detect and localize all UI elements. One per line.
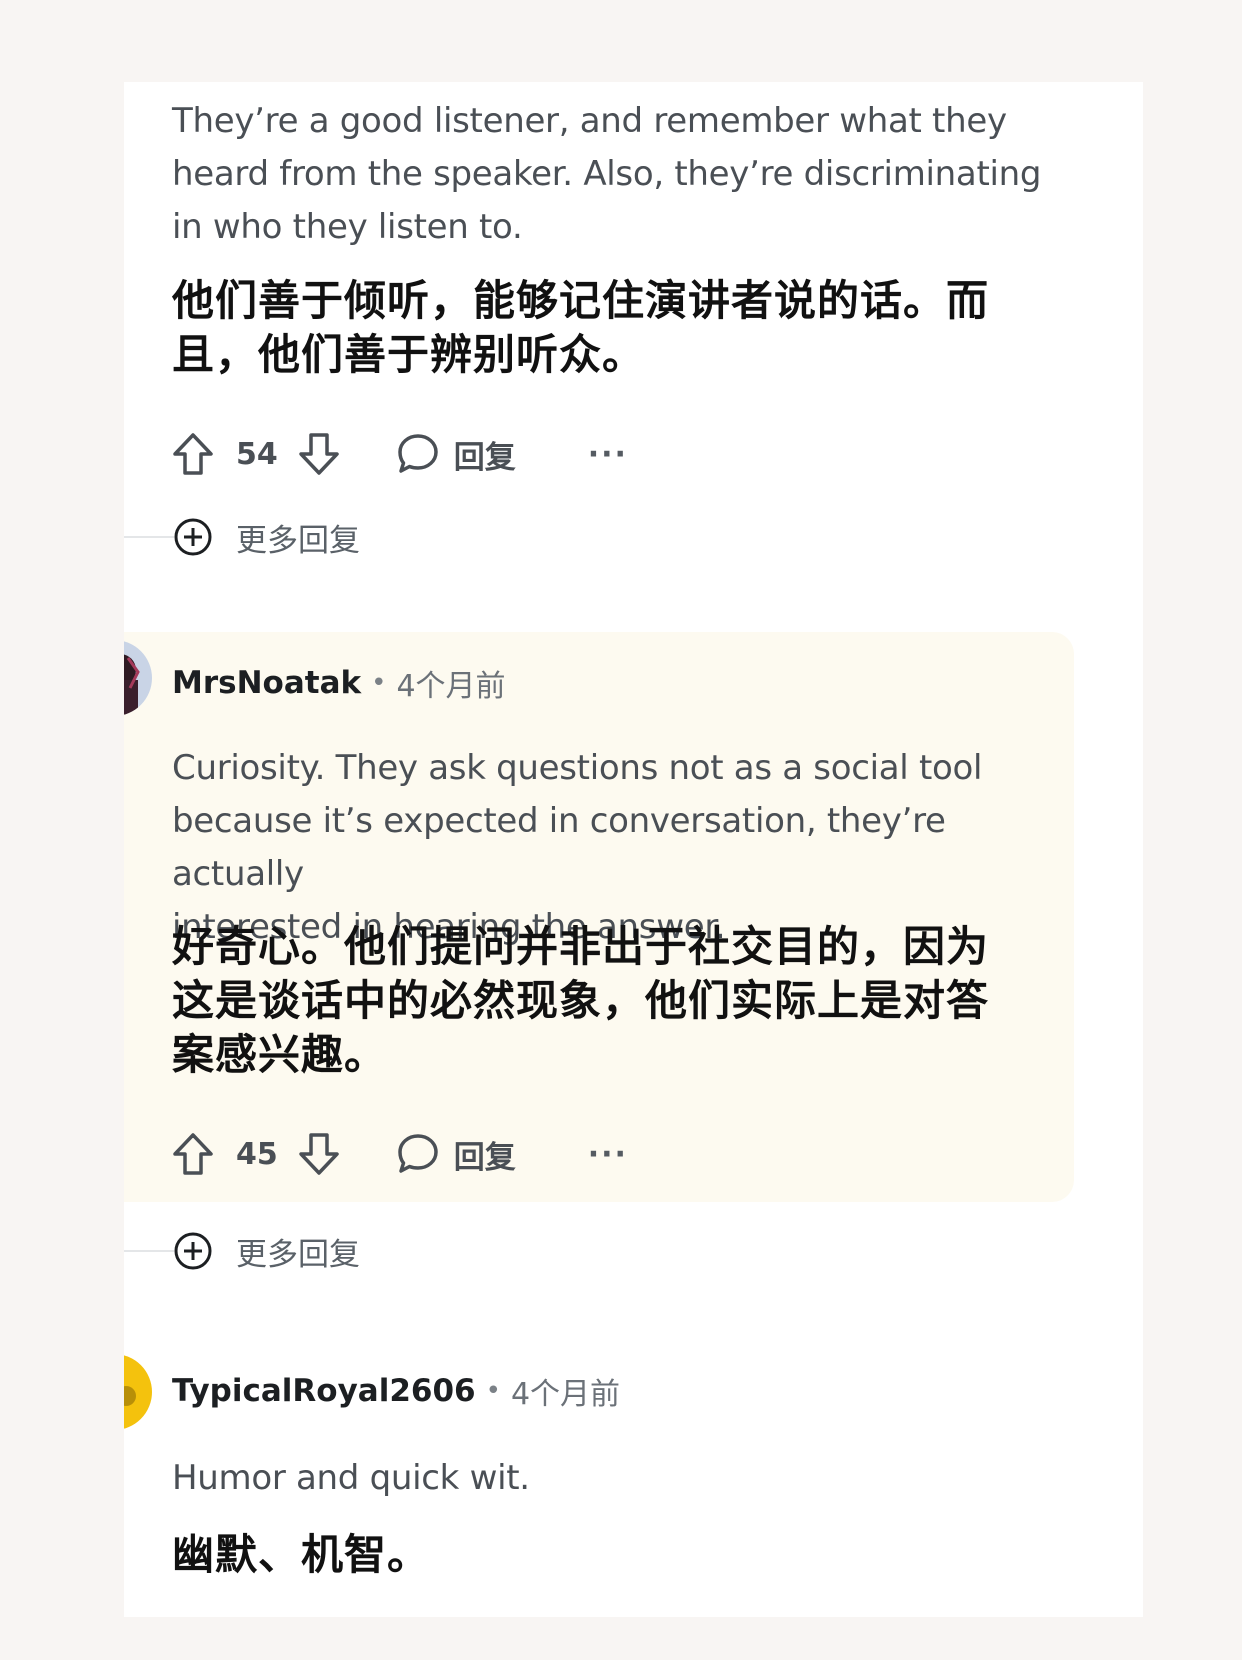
more-replies-link[interactable]: 更多回复 xyxy=(172,512,360,562)
upvote-icon[interactable] xyxy=(172,432,214,476)
comment-1-action-bar: 54 回复 ··· xyxy=(172,424,628,484)
comment-2-en-line-1: Curiosity. They ask questions not as a s… xyxy=(172,748,983,788)
avatar[interactable] xyxy=(124,638,152,718)
comment-2-en-line-2: because it’s expected in conversation, t… xyxy=(172,801,946,894)
more-options-button[interactable]: ··· xyxy=(588,1137,628,1172)
reply-button[interactable]: 回复 xyxy=(454,1132,516,1177)
plus-circle-icon xyxy=(172,516,214,558)
timestamp: 4个月前 xyxy=(396,669,506,704)
comment-3-chinese-text: 幽默、机智。 xyxy=(172,1528,1092,1582)
more-options-button[interactable]: ··· xyxy=(588,437,628,472)
reply-bubble-icon[interactable] xyxy=(396,432,440,476)
reply-button[interactable]: 回复 xyxy=(454,432,516,477)
comment-3-en-line-1: Humor and quick wit. xyxy=(172,1458,530,1498)
thread-connector-line xyxy=(124,1250,174,1252)
plus-circle-icon xyxy=(172,1230,214,1272)
separator-dot: • xyxy=(485,1376,501,1406)
separator-dot: • xyxy=(371,668,387,698)
downvote-icon[interactable] xyxy=(298,432,340,476)
comment-2-chinese-text: 好奇心。他们提问并非出于社交目的，因为 这是谈话中的必然现象，他们实际上是对答 … xyxy=(172,920,1092,1082)
comment-2-action-bar: 45 回复 ··· xyxy=(172,1124,628,1184)
comment-1-english-text: They’re a good listener, and remember wh… xyxy=(172,95,1072,254)
downvote-icon[interactable] xyxy=(298,1132,340,1176)
more-replies-link[interactable]: 更多回复 xyxy=(172,1226,360,1276)
avatar[interactable] xyxy=(124,1352,152,1432)
comment-1-en-line-1: They’re a good listener, and remember wh… xyxy=(172,101,1007,141)
comment-1-en-line-2: heard from the speaker. Also, they’re di… xyxy=(172,154,1042,194)
comment-1-zh-line-2: 且，他们善于辨别听众。 xyxy=(172,330,646,379)
comment-1-en-line-3: in who they listen to. xyxy=(172,207,523,247)
comment-2-zh-line-2: 这是谈话中的必然现象，他们实际上是对答 xyxy=(172,976,990,1025)
upvote-icon[interactable] xyxy=(172,1132,214,1176)
thread-connector-line xyxy=(124,536,174,538)
comment-3-zh-line-1: 幽默、机智。 xyxy=(172,1530,431,1579)
comment-1-zh-line-1: 他们善于倾听，能够记住演讲者说的话。而 xyxy=(172,276,990,325)
username[interactable]: TypicalRoyal2606 xyxy=(172,1373,476,1409)
username[interactable]: MrsNoatak xyxy=(172,665,361,701)
vote-count: 45 xyxy=(236,1136,278,1172)
comment-1-chinese-text: 他们善于倾听，能够记住演讲者说的话。而 且，他们善于辨别听众。 xyxy=(172,274,1092,382)
comment-2-zh-line-3: 案感兴趣。 xyxy=(172,1030,388,1079)
comment-2-author-line: MrsNoatak • 4个月前 xyxy=(172,658,506,708)
more-replies-label: 更多回复 xyxy=(236,1236,360,1273)
timestamp: 4个月前 xyxy=(510,1377,621,1412)
more-replies-label: 更多回复 xyxy=(236,522,360,559)
comment-2-zh-line-1: 好奇心。他们提问并非出于社交目的，因为 xyxy=(172,922,990,971)
reply-bubble-icon[interactable] xyxy=(396,1132,440,1176)
vote-count: 54 xyxy=(236,436,278,472)
comment-3-author-line: TypicalRoyal2606 • 4个月前 xyxy=(172,1366,620,1416)
comment-3-english-text: Humor and quick wit. xyxy=(172,1452,1072,1505)
